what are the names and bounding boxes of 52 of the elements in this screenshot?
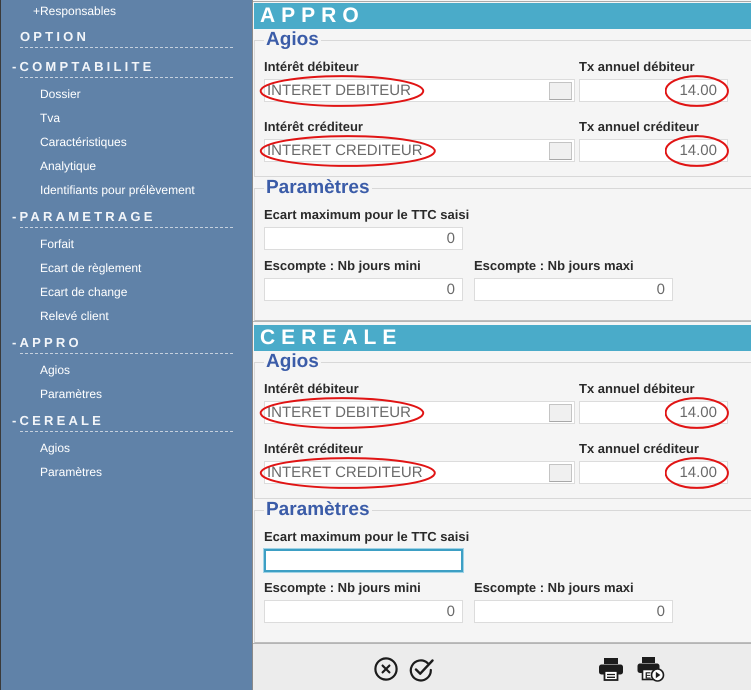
sidebar-item[interactable]: Caractéristiques bbox=[40, 134, 127, 150]
field-label: Escompte : Nb jours maxi bbox=[474, 258, 634, 274]
field-label: Intérêt débiteur bbox=[264, 59, 359, 75]
sidebar-section-header[interactable]: OPTION bbox=[20, 29, 90, 45]
group-legend: Agios bbox=[264, 351, 321, 373]
sidebar-section-header[interactable]: -PARAMETRAGE bbox=[12, 209, 156, 225]
sidebar-item[interactable]: Analytique bbox=[40, 158, 96, 174]
number-field[interactable]: 0 bbox=[264, 600, 463, 623]
field-label: Intérêt créditeur bbox=[264, 441, 363, 457]
sidebar-item[interactable]: Ecart de règlement bbox=[40, 260, 142, 276]
sidebar-item[interactable]: Agios bbox=[40, 362, 70, 378]
close-circle-icon bbox=[374, 657, 398, 681]
sidebar-item[interactable]: +Responsables bbox=[33, 4, 116, 18]
sidebar-item[interactable]: Ecart de change bbox=[40, 284, 128, 300]
group-legend: Agios bbox=[264, 29, 321, 51]
section-header: APPRO bbox=[254, 3, 751, 29]
field-label: Intérêt créditeur bbox=[264, 119, 363, 135]
sidebar-item[interactable]: Identifiants pour prélèvement bbox=[40, 182, 195, 198]
sidebar-item[interactable]: Relevé client bbox=[40, 308, 109, 324]
field-label: Intérêt débiteur bbox=[264, 381, 359, 397]
printer-icon bbox=[598, 657, 624, 681]
check-circle-icon bbox=[409, 656, 434, 682]
field-label: Tx annuel créditeur bbox=[579, 441, 699, 457]
sidebar-section-header[interactable]: -CEREALE bbox=[12, 413, 104, 429]
lookup-button[interactable] bbox=[549, 142, 572, 160]
number-field[interactable]: 0 bbox=[474, 600, 673, 623]
number-field[interactable] bbox=[264, 549, 463, 572]
sidebar-item[interactable]: Agios bbox=[40, 440, 70, 456]
sidebar-item[interactable]: Paramètres bbox=[40, 386, 102, 402]
sidebar-item[interactable]: Dossier bbox=[40, 86, 81, 102]
field-label: Tx annuel débiteur bbox=[579, 59, 695, 75]
lookup-button[interactable] bbox=[549, 82, 572, 100]
sidebar-item[interactable]: Forfait bbox=[40, 236, 74, 252]
number-field[interactable]: 0 bbox=[264, 227, 463, 250]
section-header: CEREALE bbox=[254, 325, 751, 351]
lookup-button[interactable] bbox=[549, 404, 572, 422]
field-label: Tx annuel débiteur bbox=[579, 381, 695, 397]
group-legend: Paramètres bbox=[264, 177, 372, 199]
lookup-button[interactable] bbox=[549, 464, 572, 482]
field-label: Escompte : Nb jours mini bbox=[264, 258, 421, 274]
field-label: Ecart maximum pour le TTC saisi bbox=[264, 207, 470, 223]
sidebar-section-header[interactable]: -COMPTABILITE bbox=[12, 59, 154, 75]
sidebar-section-header[interactable]: -APPRO bbox=[12, 335, 82, 351]
group-legend: Paramètres bbox=[264, 499, 372, 521]
number-field[interactable]: 0 bbox=[264, 278, 463, 301]
sidebar-item[interactable]: Tva bbox=[40, 110, 60, 126]
field-label: Tx annuel créditeur bbox=[579, 119, 699, 135]
number-field[interactable]: 0 bbox=[474, 278, 673, 301]
field-label: Escompte : Nb jours maxi bbox=[474, 580, 634, 596]
field-label: Escompte : Nb jours mini bbox=[264, 580, 421, 596]
sidebar-item[interactable]: Paramètres bbox=[40, 464, 102, 480]
field-label: Ecart maximum pour le TTC saisi bbox=[264, 529, 470, 545]
